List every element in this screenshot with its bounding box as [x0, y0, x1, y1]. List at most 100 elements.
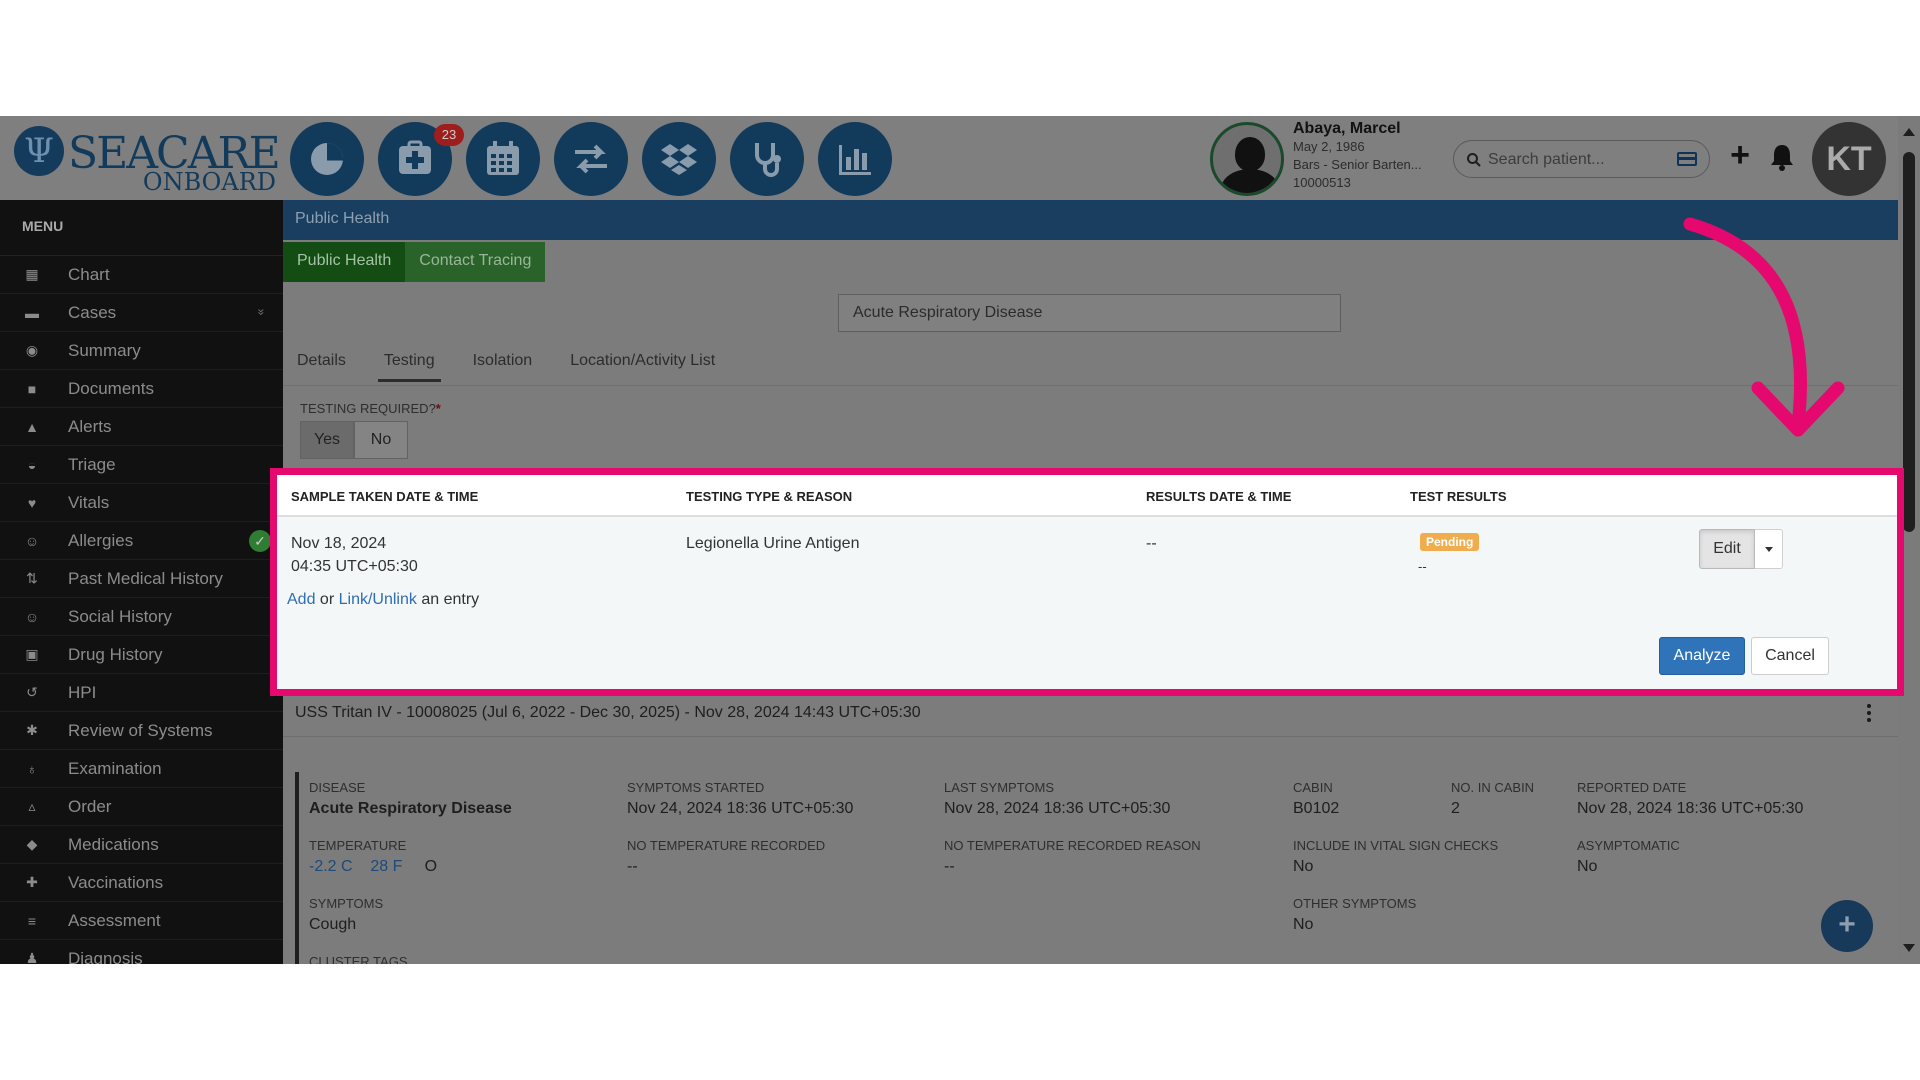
nav-dropbox-button[interactable]	[642, 122, 716, 196]
cabin-label: CABIN	[1293, 780, 1333, 795]
pie-chart-icon	[311, 143, 343, 175]
sidebar-item-label: Diagnosis	[68, 948, 143, 965]
seacare-logo[interactable]: Ψ SEACARE ONBOARD	[14, 124, 281, 196]
sidebar-item-label: Allergies	[68, 530, 134, 550]
analyze-button[interactable]: Analyze	[1659, 637, 1745, 675]
sidebar-menu: MENU ▦ Chart ▬ Cases » ◉ Summary ■ Documents ▲ Ale…	[0, 200, 283, 964]
annotation-arrow-icon	[1683, 217, 1845, 437]
sidebar-item-examination[interactable]: ♁ Examination	[0, 750, 283, 788]
temp-celsius[interactable]: -2.2 C	[309, 858, 353, 875]
sub-tab-divider	[283, 385, 1898, 386]
symptoms-value: Cough	[309, 916, 357, 933]
no-in-cabin-label: NO. IN CABIN	[1451, 780, 1535, 795]
nav-dashboard-button[interactable]	[290, 122, 364, 196]
temp-fahrenheit[interactable]: 28 F	[370, 858, 402, 875]
testing-required-label: TESTING REQUIRED?*	[300, 401, 441, 416]
sidebar-item-summary[interactable]: ◉ Summary	[0, 332, 283, 370]
tab-contact-tracing[interactable]: Contact Tracing	[405, 242, 546, 282]
tab-details[interactable]: Details	[297, 348, 346, 382]
nav-transfer-button[interactable]	[554, 122, 628, 196]
case-title: USS Tritan IV - 10008025 (Jul 6, 2022 - …	[295, 704, 921, 721]
sidebar-item-vitals[interactable]: ♥ Vitals	[0, 484, 283, 522]
user-avatar[interactable]: KT	[1812, 122, 1886, 196]
more-options-icon[interactable]	[1863, 702, 1875, 724]
other-symptoms-value: No	[1293, 916, 1314, 933]
sidebar-item-past-medical-history[interactable]: ⇅ Past Medical History	[0, 560, 283, 598]
edit-dropdown-caret-icon[interactable]	[1755, 529, 1783, 569]
yes-button[interactable]: Yes	[300, 421, 354, 459]
sidebar-item-alerts[interactable]: ▲ Alerts	[0, 408, 283, 446]
floating-add-button[interactable]: +	[1821, 900, 1873, 952]
asymptomatic-value: No	[1577, 858, 1598, 875]
sidebar-item-label: Chart	[68, 264, 110, 284]
sidebar-item-cases[interactable]: ▬ Cases »	[0, 294, 283, 332]
sidebar-item-review-of-systems[interactable]: ✱ Review of Systems	[0, 712, 283, 750]
sidebar-item-label: Alerts	[68, 416, 112, 436]
temperature-label: TEMPERATURE	[309, 838, 407, 853]
tab-testing[interactable]: Testing	[377, 348, 441, 382]
sidebar-item-label: Review of Systems	[68, 720, 213, 740]
include-vitals-value: No	[1293, 858, 1314, 875]
sidebar-item-order[interactable]: ▵ Order	[0, 788, 283, 826]
briefcase-medical-icon: ▣	[25, 646, 39, 662]
user-md-icon: ♟	[25, 950, 39, 964]
nav-new-visit-button[interactable]: 23	[378, 122, 464, 196]
search-input[interactable]	[1488, 149, 1668, 171]
sidebar-item-label: Social History	[68, 606, 172, 626]
cancel-button[interactable]: Cancel	[1751, 637, 1829, 675]
edit-button[interactable]: Edit	[1699, 529, 1755, 569]
link-unlink-link[interactable]: Link/Unlink	[339, 591, 417, 608]
sidebar-item-medications[interactable]: ◆ Medications	[0, 826, 283, 864]
sidebar-item-chart[interactable]: ▦ Chart	[0, 256, 283, 294]
calendar-icon	[487, 141, 519, 175]
stethoscope-icon	[755, 143, 781, 177]
scroll-up-arrow-icon[interactable]	[1903, 128, 1915, 136]
disease-select[interactable]: Acute Respiratory Disease	[838, 294, 1341, 332]
no-temp-value: --	[627, 858, 638, 875]
tab-isolation[interactable]: Isolation	[473, 348, 533, 382]
tab-location-activity[interactable]: Location/Activity List	[570, 348, 715, 382]
add-link[interactable]: Add	[287, 591, 315, 608]
sidebar-item-label: Documents	[68, 378, 154, 398]
sidebar-item-drug-history[interactable]: ▣ Drug History	[0, 636, 283, 674]
nav-clinical-button[interactable]	[730, 122, 804, 196]
add-icon[interactable]: +	[1724, 138, 1756, 172]
no-temp-reason-value: --	[944, 858, 955, 875]
patient-avatar[interactable]	[1210, 122, 1284, 196]
sidebar-item-assessment[interactable]: ≡ Assessment	[0, 902, 283, 940]
pills-icon: ◆	[26, 836, 38, 852]
sidebar-item-hpi[interactable]: ↺ HPI	[0, 674, 283, 712]
scroll-down-arrow-icon[interactable]	[1903, 944, 1915, 952]
patient-info[interactable]: Abaya, Marcel May 2, 1986 Bars - Senior …	[1293, 120, 1453, 192]
smile-icon: ☺	[24, 608, 40, 625]
sidebar-item-allergies[interactable]: ☺ Allergies ✓	[0, 522, 283, 560]
id-card-icon[interactable]	[1677, 152, 1697, 166]
last-symptoms-value: Nov 28, 2024 18:36 UTC+05:30	[944, 800, 1171, 817]
testing-required-toggle: Yes No	[300, 421, 408, 459]
avatar-head-shape	[1235, 137, 1265, 171]
sidebar-item-vaccinations[interactable]: ✚ Vaccinations	[0, 864, 283, 902]
sidebar-item-label: Past Medical History	[68, 568, 223, 588]
tab-public-health[interactable]: Public Health	[283, 242, 406, 282]
sidebar-item-diagnosis[interactable]: ♟ Diagnosis	[0, 940, 283, 965]
sidebar-item-documents[interactable]: ■ Documents	[0, 370, 283, 408]
sort-icon: ⇅	[26, 570, 38, 586]
folder-icon: ■	[27, 380, 37, 397]
no-button[interactable]: No	[354, 421, 408, 459]
sidebar-item-label: Assessment	[68, 910, 161, 930]
warning-icon: ▲	[25, 418, 39, 435]
patient-id: 10000513	[1293, 175, 1351, 190]
symptoms-started-value: Nov 24, 2024 18:36 UTC+05:30	[627, 800, 854, 817]
menu-list: ▦ Chart ▬ Cases » ◉ Summary ■ Documents ▲ Alerts ◒ T…	[0, 256, 283, 964]
sidebar-item-label: Drug History	[68, 644, 163, 664]
sidebar-item-social-history[interactable]: ☺ Social History	[0, 598, 283, 636]
sidebar-item-triage[interactable]: ◒ Triage	[0, 446, 283, 484]
chevron-down-icon[interactable]: »	[255, 309, 269, 316]
symptoms-started-label: SYMPTOMS STARTED	[627, 780, 765, 795]
bell-icon[interactable]	[1768, 142, 1796, 172]
asymptomatic-label: ASYMPTOMATIC	[1577, 838, 1680, 853]
nav-calendar-button[interactable]	[466, 122, 540, 196]
nav-reports-button[interactable]	[818, 122, 892, 196]
no-temp-label: NO TEMPERATURE RECORDED	[627, 838, 826, 853]
scroll-thumb[interactable]	[1903, 152, 1915, 532]
